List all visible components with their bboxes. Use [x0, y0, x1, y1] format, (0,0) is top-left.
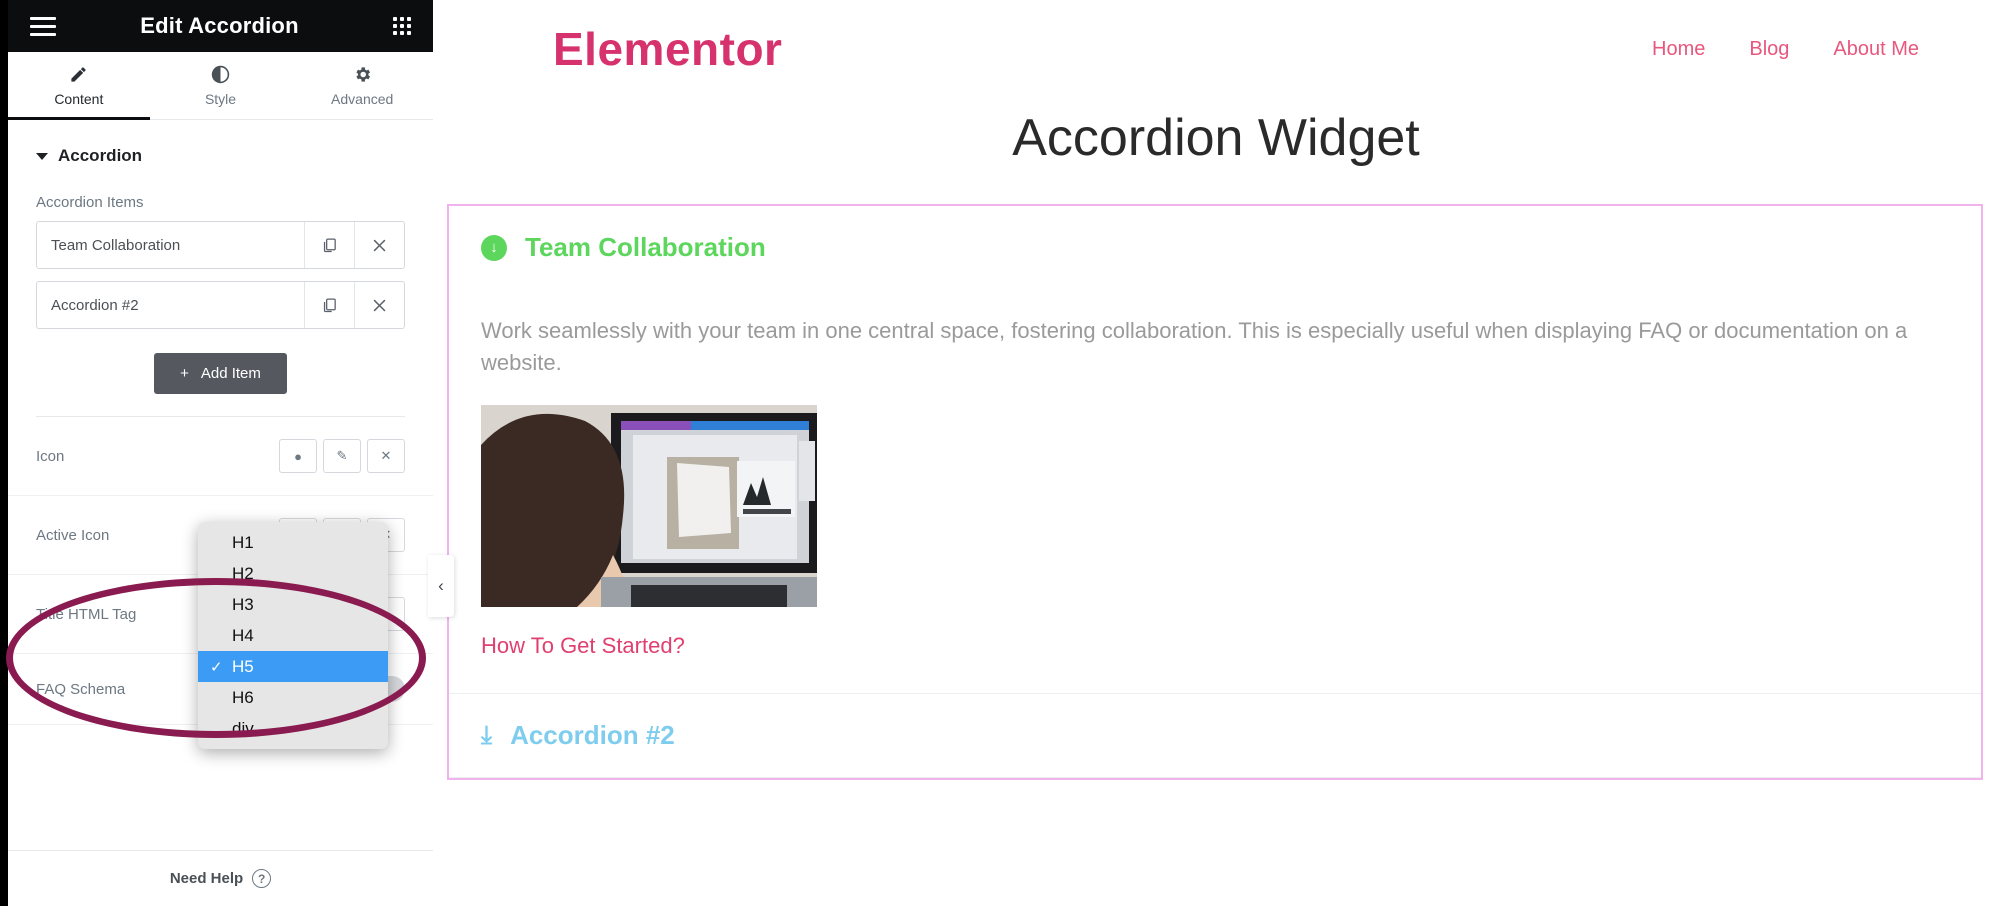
dropdown-option-h2[interactable]: H2 [198, 558, 388, 589]
add-item-button[interactable]: + Add Item [154, 353, 287, 394]
icon-remove-button[interactable]: ✕ [367, 439, 405, 473]
screen: Edit Accordion Content Style Advanced Ac… [0, 0, 1999, 906]
repeater-item-2[interactable]: Accordion #2 [36, 281, 405, 329]
title-html-tag-dropdown[interactable]: H1 H2 H3 H4 ✓ H5 H6 div [198, 522, 388, 749]
tab-content-label: Content [54, 90, 104, 107]
dropdown-option-h1-label: H1 [232, 532, 254, 552]
accordion-items-label: Accordion Items [36, 194, 144, 211]
site-nav: Home Blog About Me [1652, 38, 1919, 61]
accordion-item-1-body: Work seamlessly with your team in one ce… [449, 289, 1981, 693]
contrast-icon [211, 65, 230, 84]
tab-advanced[interactable]: Advanced [291, 52, 433, 119]
dropdown-option-h1[interactable]: H1 [198, 527, 388, 558]
close-icon[interactable] [354, 282, 404, 328]
accordion-item-2-header[interactable]: ⤓ Accordion #2 [449, 694, 1981, 777]
section-accordion-title: Accordion [58, 146, 143, 165]
page-preview: Elementor Home Blog About Me Accordion W… [433, 0, 1999, 906]
check-icon: ✓ [210, 658, 223, 676]
dropdown-option-h5[interactable]: ✓ H5 [198, 651, 388, 682]
accordion-item-1: ↓ Team Collaboration Work seamlessly wit… [449, 206, 1981, 694]
copy-icon[interactable] [304, 282, 354, 328]
control-icon-label: Icon [36, 447, 65, 465]
control-icon-widget: ● ✎ ✕ [279, 439, 405, 473]
tab-style-label: Style [204, 90, 237, 107]
panel-title: Edit Accordion [140, 13, 299, 38]
accordion-widget: ↓ Team Collaboration Work seamlessly wit… [447, 204, 1983, 780]
accordion-item-2: ⤓ Accordion #2 [449, 694, 1981, 778]
dropdown-option-h6[interactable]: H6 [198, 682, 388, 713]
dropdown-option-h6-label: H6 [232, 687, 254, 707]
panel-header: Edit Accordion [8, 0, 433, 52]
need-help-label: Need Help [169, 870, 244, 887]
site-header: Elementor Home Blog About Me [433, 0, 1999, 86]
plus-icon: + [180, 365, 189, 382]
accordion-item-1-title: Team Collaboration [525, 232, 766, 262]
repeater-item-1-title[interactable]: Team Collaboration [37, 222, 304, 268]
control-title-html-tag-label: Title HTML Tag [36, 605, 137, 623]
panel-tabs: Content Style Advanced [8, 52, 433, 120]
tab-advanced-label: Advanced [331, 90, 394, 107]
page-title: Accordion Widget [1012, 109, 1420, 167]
double-chevron-down-icon: ⤓ [481, 720, 493, 749]
control-active-icon-label: Active Icon [36, 526, 110, 544]
dropdown-option-h4[interactable]: H4 [198, 620, 388, 651]
grid-icon[interactable] [393, 17, 411, 35]
dropdown-option-h5-label: H5 [232, 656, 254, 676]
site-logo: Elementor [553, 23, 783, 75]
caret-down-icon [36, 152, 48, 160]
tab-style[interactable]: Style [150, 52, 292, 119]
accordion-items-field: Accordion Items Team Collaboration Accor… [8, 194, 433, 329]
repeater-item-2-title[interactable]: Accordion #2 [37, 282, 304, 328]
icon-preview-box[interactable]: ● [279, 439, 317, 473]
elementor-editor-panel: Edit Accordion Content Style Advanced Ac… [8, 0, 433, 906]
icon-library-button[interactable]: ✎ [323, 439, 361, 473]
nav-link-blog[interactable]: Blog [1749, 38, 1789, 61]
control-faq-schema-label: FAQ Schema [36, 680, 126, 698]
chevron-left-icon[interactable]: ‹ [428, 555, 454, 617]
repeater-item-1[interactable]: Team Collaboration [36, 221, 405, 269]
nav-link-home[interactable]: Home [1652, 38, 1705, 61]
pencil-icon [69, 65, 88, 84]
dropdown-option-div-label: div [232, 718, 254, 738]
section-accordion-header[interactable]: Accordion [8, 120, 433, 178]
close-icon[interactable] [354, 222, 404, 268]
circle-arrow-down-icon: ↓ [481, 234, 507, 261]
add-item-label: Add Item [200, 365, 261, 382]
person-at-laptop-photo [481, 404, 817, 607]
accordion-item-1-link[interactable]: How To Get Started? [481, 633, 685, 659]
dropdown-option-h3[interactable]: H3 [198, 589, 388, 620]
tab-content[interactable]: Content [8, 52, 150, 120]
control-icon: Icon ● ✎ ✕ [8, 417, 433, 496]
nav-link-about-me[interactable]: About Me [1833, 38, 1919, 61]
dropdown-option-h3-label: H3 [232, 594, 254, 614]
accordion-item-1-text: Work seamlessly with your team in one ce… [481, 318, 1908, 375]
gear-icon [353, 65, 372, 84]
accordion-item-2-title: Accordion #2 [510, 719, 675, 750]
dropdown-option-div[interactable]: div [198, 713, 388, 744]
add-item-wrap: + Add Item [8, 341, 433, 416]
accordion-item-1-header[interactable]: ↓ Team Collaboration [449, 206, 1981, 289]
need-help-footer[interactable]: Need Help ? [8, 850, 433, 906]
copy-icon[interactable] [304, 222, 354, 268]
question-mark-icon: ? [252, 869, 272, 888]
dropdown-option-h2-label: H2 [232, 563, 254, 583]
dropdown-option-h4-label: H4 [232, 625, 254, 645]
